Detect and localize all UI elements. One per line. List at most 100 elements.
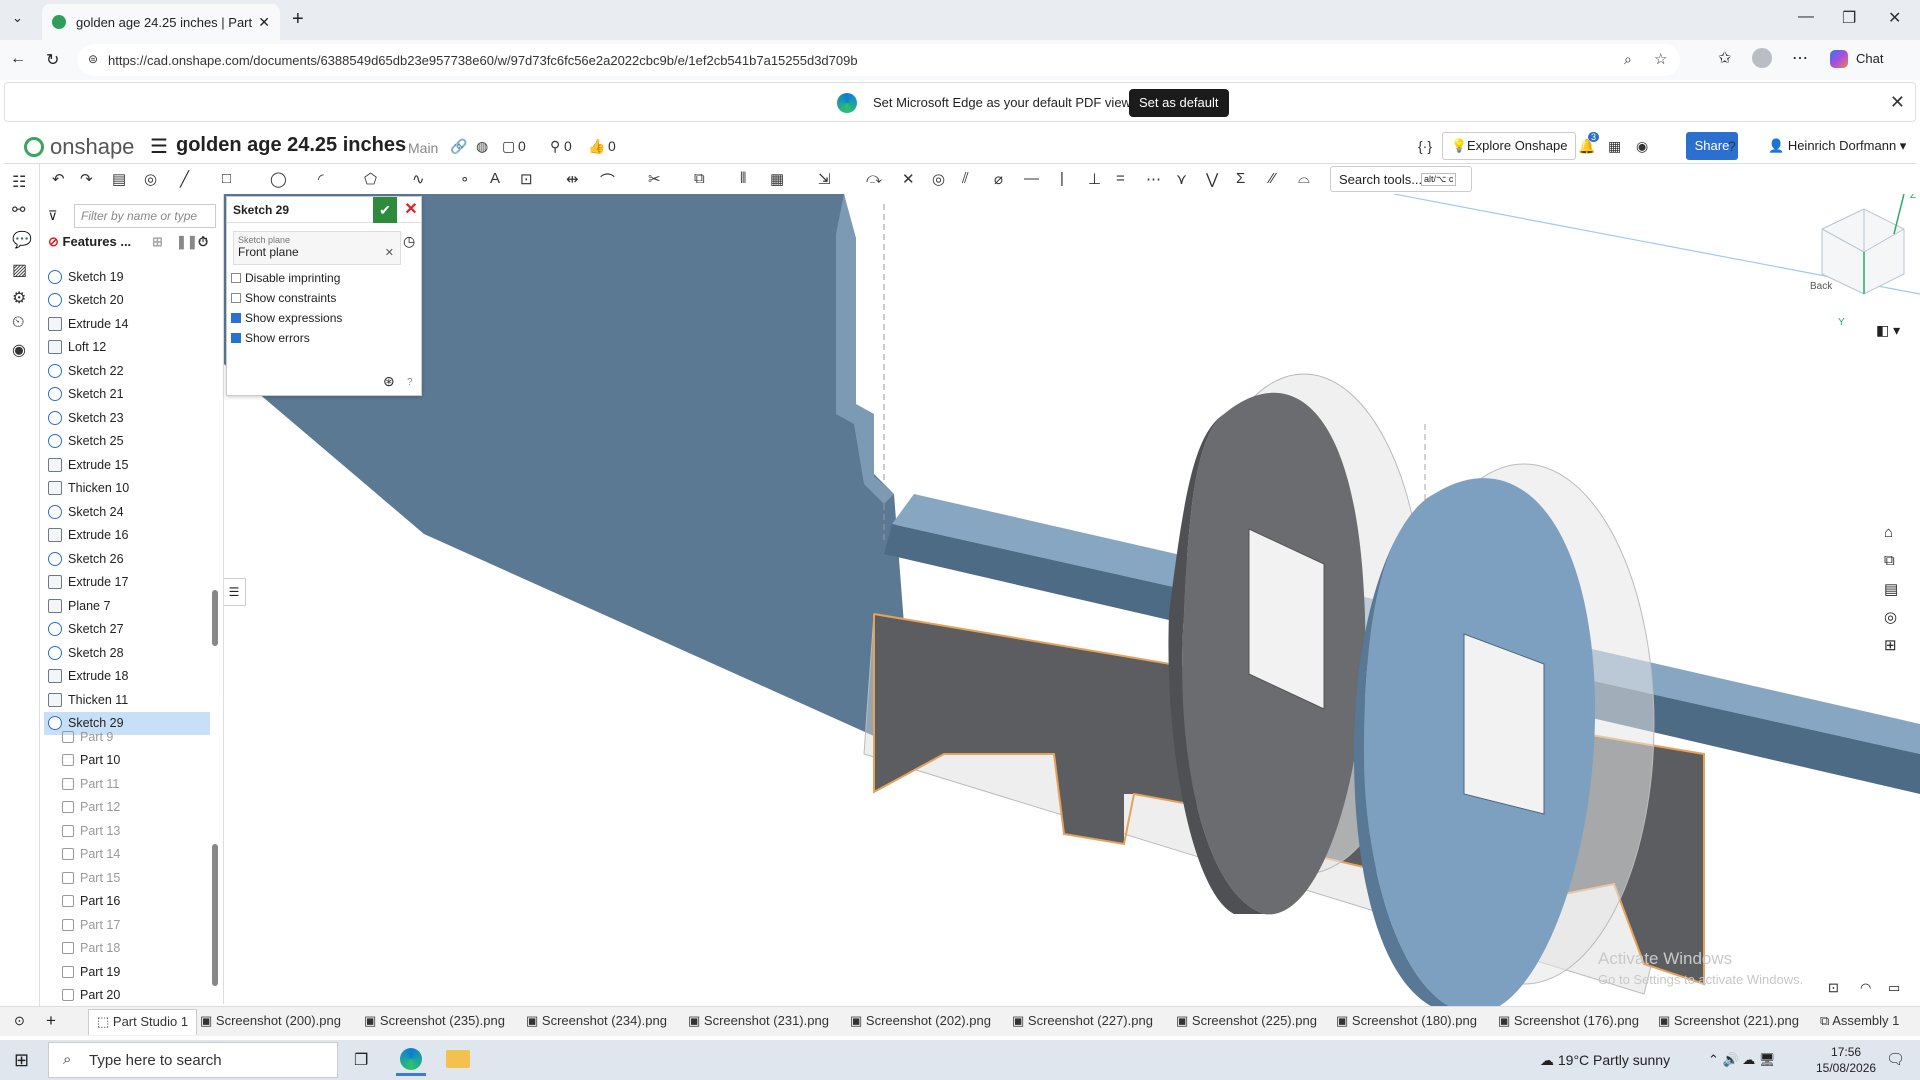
tab-list-icon[interactable]: ⌄ bbox=[12, 10, 23, 26]
pause-icon[interactable]: ❚❚ bbox=[176, 234, 198, 250]
view-bottom-icon-3[interactable]: ▭ bbox=[1888, 980, 1900, 996]
right-panel-icon-4[interactable]: ◎ bbox=[1884, 608, 1897, 626]
onshape-logo[interactable]: onshape bbox=[24, 134, 134, 160]
part-item[interactable]: Part 16 bbox=[44, 890, 210, 914]
explore-onshape-button[interactable]: 💡 Explore Onshape bbox=[1442, 132, 1577, 160]
part-item[interactable]: Part 20 bbox=[44, 984, 210, 1008]
document-tab[interactable]: ▣ Screenshot (235).png bbox=[364, 1013, 505, 1029]
part-item[interactable]: Part 13 bbox=[44, 819, 210, 843]
sketch-option-checkbox[interactable]: Show errors bbox=[231, 331, 310, 345]
offset-icon[interactable]: ⧉ bbox=[694, 170, 705, 187]
checkbox-icon[interactable] bbox=[231, 333, 241, 343]
minimize-icon[interactable]: — bbox=[1798, 8, 1814, 26]
branch-icon[interactable]: ⚲ bbox=[550, 138, 560, 155]
clear-plane-icon[interactable]: ✕ bbox=[385, 246, 394, 259]
tab-part-studio[interactable]: ⬚ Part Studio 1 bbox=[88, 1009, 198, 1035]
document-tab[interactable]: ▣ Screenshot (221).png bbox=[1658, 1013, 1799, 1029]
document-tab[interactable]: ▣ Screenshot (176).png bbox=[1498, 1013, 1639, 1029]
close-window-icon[interactable]: ✕ bbox=[1888, 8, 1901, 28]
edge-taskbar-icon[interactable] bbox=[396, 1044, 426, 1076]
tangent-icon[interactable]: ⌀ bbox=[994, 170, 1003, 188]
restore-icon[interactable]: ❐ bbox=[1842, 8, 1856, 28]
polygon-icon[interactable]: ⬠ bbox=[364, 170, 377, 188]
part-item[interactable]: Part 18 bbox=[44, 937, 210, 961]
menu-icon[interactable]: ☰ bbox=[150, 134, 168, 159]
curvature-icon[interactable]: ⌓ bbox=[1298, 170, 1310, 187]
view-normal-icon[interactable]: ◷ bbox=[403, 233, 415, 250]
point-icon[interactable]: ∘ bbox=[460, 170, 469, 188]
horizontal-icon[interactable]: — bbox=[1024, 170, 1039, 187]
branch-label[interactable]: Main bbox=[408, 140, 438, 156]
new-tab-icon[interactable]: + bbox=[292, 8, 304, 31]
more-icon[interactable]: ⋯ bbox=[1792, 48, 1808, 68]
chat-label[interactable]: Chat bbox=[1856, 51, 1883, 66]
graphics-viewport[interactable]: Back Z Y Activate Windows Go to Settings… bbox=[224, 194, 1920, 1006]
sketch-settings-icon[interactable]: ⊛ bbox=[383, 373, 395, 390]
zoom-icon[interactable]: ⌕ bbox=[1624, 51, 1632, 68]
appearance-icon[interactable]: ▨ bbox=[12, 260, 27, 280]
right-panel-icon-5[interactable]: ⊞ bbox=[1884, 636, 1897, 654]
comments-icon[interactable]: 💬 bbox=[12, 230, 32, 250]
part-item[interactable]: Part 11 bbox=[44, 772, 210, 796]
feature-item[interactable]: Extrude 14 bbox=[44, 312, 210, 336]
document-tab[interactable]: ▣ Screenshot (225).png bbox=[1176, 1013, 1317, 1029]
user-menu[interactable]: 👤 Heinrich Dorfmann ▾ bbox=[1768, 138, 1906, 154]
feature-item[interactable]: Extrude 16 bbox=[44, 524, 210, 548]
rectangle-icon[interactable]: □ bbox=[222, 170, 231, 187]
midpoint-icon[interactable]: ⋯ bbox=[1146, 170, 1161, 188]
checkbox-icon[interactable] bbox=[231, 293, 241, 303]
arc-icon[interactable]: ◜ bbox=[318, 170, 324, 188]
feature-scrollbar[interactable] bbox=[212, 590, 218, 646]
feature-item[interactable]: Sketch 26 bbox=[44, 547, 210, 571]
extrude-icon[interactable]: ◎ bbox=[144, 170, 157, 188]
document-tab[interactable]: ⧉ Assembly 1 bbox=[1820, 1013, 1899, 1029]
favorites-icon[interactable]: ✩ bbox=[1718, 48, 1731, 68]
document-tab[interactable]: ▣ Screenshot (200).png bbox=[200, 1013, 341, 1029]
copilot-icon[interactable] bbox=[1830, 50, 1848, 68]
feature-item[interactable]: Thicken 10 bbox=[44, 477, 210, 501]
redo-icon[interactable]: ↷ bbox=[80, 170, 93, 188]
like-icon[interactable]: 👍 bbox=[588, 138, 605, 155]
filter-icon[interactable]: ⊽ bbox=[48, 208, 58, 224]
part-item[interactable]: Part 17 bbox=[44, 913, 210, 937]
filter-input[interactable]: Filter by name or type bbox=[74, 204, 216, 228]
sketch-icon[interactable]: ▤ bbox=[112, 170, 126, 188]
dimension-icon[interactable]: ⇹ bbox=[566, 170, 579, 188]
pierce-icon[interactable]: ⋁ bbox=[1206, 170, 1218, 188]
history-icon[interactable]: ⏲ bbox=[12, 314, 24, 332]
perpendicular-icon[interactable]: ⊥ bbox=[1088, 170, 1101, 188]
vertical-icon[interactable]: | bbox=[1060, 170, 1064, 187]
right-panel-icon-2[interactable]: ⧉ bbox=[1884, 552, 1895, 569]
configurations-icon[interactable]: ⚯ bbox=[12, 200, 25, 220]
taskbar-search[interactable]: ⌕ Type here to search bbox=[48, 1042, 338, 1078]
document-tab[interactable]: ▣ Screenshot (180).png bbox=[1336, 1013, 1477, 1029]
equal-icon[interactable]: = bbox=[1116, 170, 1125, 187]
sketch-option-checkbox[interactable]: Show constraints bbox=[231, 291, 336, 305]
app-store-icon[interactable]: ▦ bbox=[1608, 138, 1621, 155]
learning-icon[interactable]: ◉ bbox=[1636, 138, 1648, 155]
link-icon[interactable]: 🔗 bbox=[450, 138, 467, 155]
site-info-icon[interactable]: ⊜ bbox=[88, 52, 98, 66]
checkbox-icon[interactable] bbox=[231, 313, 241, 323]
right-panel-icon-3[interactable]: ▤ bbox=[1884, 580, 1898, 598]
browser-tab[interactable]: golden age 24.25 inches | Part Stu ✕ bbox=[42, 4, 280, 40]
insert-tab-icon[interactable]: + bbox=[46, 1011, 56, 1031]
feature-item[interactable]: Extrude 15 bbox=[44, 453, 210, 477]
construction-icon[interactable]: ⤼ bbox=[866, 170, 882, 187]
clock[interactable]: 17:56 15/08/2026 bbox=[1816, 1044, 1876, 1076]
feature-item[interactable]: Sketch 28 bbox=[44, 641, 210, 665]
sketch-plane-field[interactable]: Sketch plane Front plane ✕ bbox=[233, 231, 401, 265]
feature-item[interactable]: Extrude 18 bbox=[44, 665, 210, 689]
transform-icon[interactable]: ⇲ bbox=[818, 170, 831, 188]
feature-item[interactable]: Sketch 21 bbox=[44, 383, 210, 407]
file-explorer-icon[interactable] bbox=[446, 1050, 470, 1068]
help-icon[interactable]: ? bbox=[1728, 138, 1736, 154]
feature-item[interactable]: Sketch 23 bbox=[44, 406, 210, 430]
globe-icon[interactable]: ◍ bbox=[476, 138, 488, 155]
text-icon[interactable]: A bbox=[490, 170, 500, 187]
feature-item[interactable]: Loft 12 bbox=[44, 336, 210, 360]
feature-list-icon[interactable]: ☷ bbox=[12, 172, 26, 192]
dialog-list-icon[interactable]: ☰ bbox=[224, 578, 246, 606]
set-as-default-button[interactable]: Set as default bbox=[1129, 89, 1229, 117]
view-bottom-icon-2[interactable]: ◠ bbox=[1860, 980, 1871, 996]
